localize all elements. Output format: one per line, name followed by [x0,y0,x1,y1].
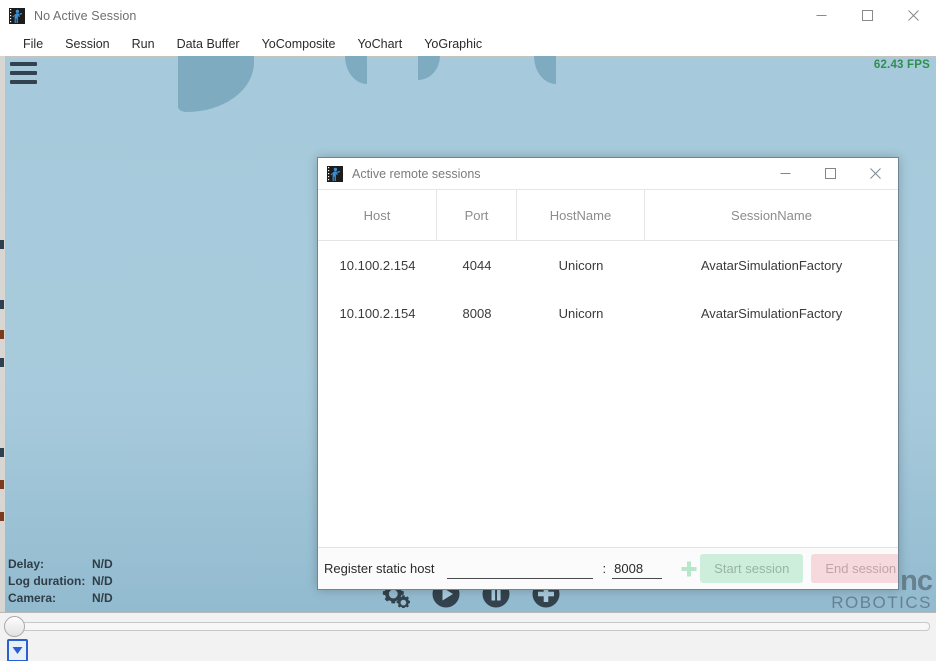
menu-item-run[interactable]: Run [121,34,166,54]
edge-marker [0,480,4,489]
menu-item-data-buffer[interactable]: Data Buffer [166,34,251,54]
static-port-input[interactable] [612,558,663,579]
status-value-log-duration: N/D [92,574,113,588]
status-label-delay: Delay: [8,557,45,571]
sessions-table-body: 10.100.2.154 4044 Unicorn AvatarSimulati… [318,241,898,547]
table-row[interactable]: 10.100.2.154 8008 Unicorn AvatarSimulati… [318,289,898,337]
cell-sessionname: AvatarSimulationFactory [700,257,843,273]
viewport-top-border [0,56,936,58]
close-icon[interactable] [890,0,936,31]
status-row-log-duration: Log duration: N/D [8,573,113,590]
dialog-body: Host Port HostName SessionName 10.100.2.… [318,189,898,589]
cell-port: 8008 [462,305,492,321]
main-window-title: No Active Session [34,8,137,23]
start-session-button[interactable]: Start session [700,554,804,583]
status-label-log-duration: Log duration: [8,574,86,588]
maximize-icon[interactable] [808,158,853,189]
active-remote-sessions-dialog: Active remote sessions Host Port HostNam… [317,157,899,590]
status-overlay: Delay: N/D Log duration: N/D Camera: N/D [8,556,113,607]
edge-marker [0,240,4,249]
status-row-delay: Delay: N/D [8,556,113,573]
dropdown-arrow-icon[interactable] [7,639,28,661]
static-host-input[interactable] [446,558,593,579]
bottom-panel [0,612,936,661]
status-label-camera: Camera: [8,591,57,605]
hamburger-menu-icon[interactable] [10,62,37,84]
sessions-table-header: Host Port HostName SessionName [318,190,898,241]
dialog-window-controls [763,158,898,189]
main-menubar: File Session Run Data Buffer YoComposite… [0,31,936,56]
cell-sessionname: AvatarSimulationFactory [700,305,843,321]
end-session-button[interactable]: End session [811,554,898,583]
minimize-icon[interactable] [763,158,808,189]
cell-hostname: Unicorn [558,305,604,321]
dialog-titlebar: Active remote sessions [318,158,898,189]
dialog-footer-actions: Start session End session [700,554,898,583]
column-header-sessionname[interactable]: SessionName [645,190,898,240]
timeline-slider-thumb[interactable] [4,616,25,637]
register-static-host-label: Register static host [324,561,435,576]
menu-item-file[interactable]: File [12,34,54,54]
edge-marker [0,330,4,339]
edge-marker [0,358,4,367]
status-value-camera: N/D [92,591,113,605]
column-header-hostname[interactable]: HostName [517,190,645,240]
dialog-footer: Register static host : Start session End… [318,547,898,589]
menu-item-session[interactable]: Session [54,34,120,54]
host-port-separator: : [602,561,607,576]
timeline-slider[interactable] [8,622,930,631]
table-row[interactable]: 10.100.2.154 4044 Unicorn AvatarSimulati… [318,241,898,289]
edge-marker [0,448,4,457]
dialog-title: Active remote sessions [352,166,481,181]
main-window-titlebar: No Active Session [0,0,936,32]
edge-marker [0,512,4,521]
status-value-delay: N/D [92,557,113,571]
column-header-port[interactable]: Port [437,190,517,240]
cell-hostname: Unicorn [558,257,604,273]
application-window: No Active Session File Session Run Data … [0,0,936,661]
runner-figure-icon [327,165,343,182]
minimize-icon[interactable] [798,0,844,31]
edge-marker [0,300,4,309]
cell-host: 10.100.2.154 [339,305,416,321]
status-row-camera: Camera: N/D [8,590,113,607]
cell-port: 4044 [462,257,492,273]
menu-item-yographic[interactable]: YoGraphic [413,34,493,54]
fps-counter: 62.43 FPS [873,59,930,71]
main-window-controls [798,0,936,31]
runner-figure-icon [9,7,25,24]
cell-host: 10.100.2.154 [339,257,416,273]
close-icon[interactable] [853,158,898,189]
plus-icon[interactable] [678,558,700,580]
menu-item-yochart[interactable]: YoChart [346,34,413,54]
column-header-host[interactable]: Host [318,190,437,240]
maximize-icon[interactable] [844,0,890,31]
menu-item-yocomposite[interactable]: YoComposite [251,34,347,54]
